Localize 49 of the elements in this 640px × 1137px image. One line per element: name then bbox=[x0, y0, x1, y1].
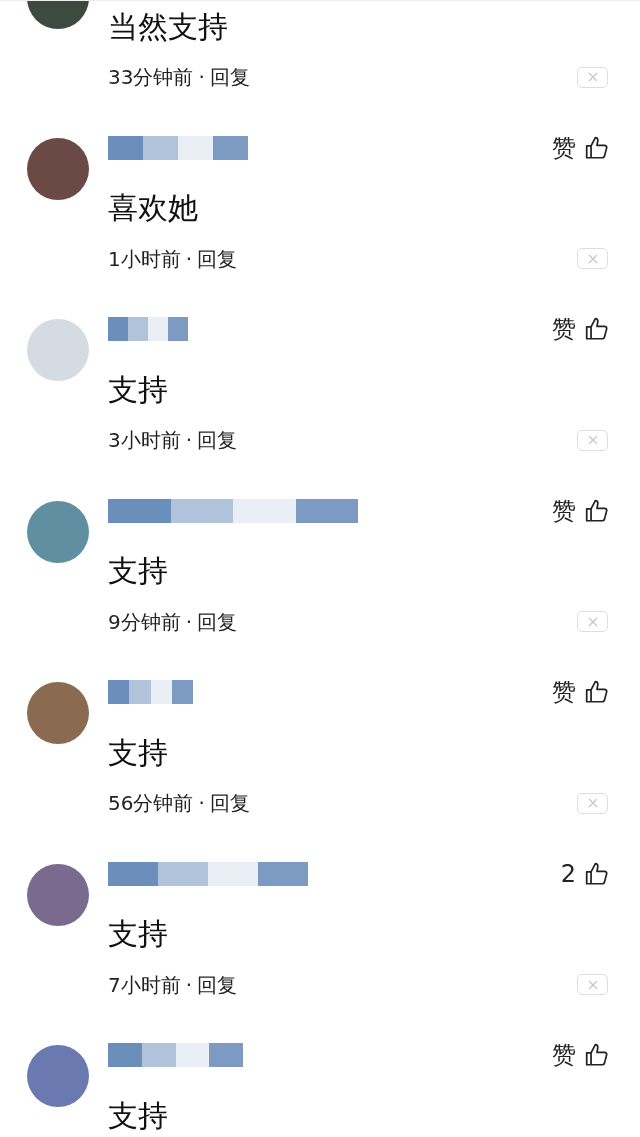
comment-text: 喜欢她 bbox=[108, 189, 199, 227]
reply-link[interactable]: 回复 bbox=[197, 606, 238, 637]
comment-text: 支持 bbox=[108, 733, 169, 772]
separator-dot: · bbox=[185, 245, 193, 273]
reply-link[interactable]: 回复 bbox=[209, 62, 250, 92]
thumbs-up-icon bbox=[584, 1042, 610, 1068]
thumbs-up-icon bbox=[584, 134, 610, 161]
close-button[interactable] bbox=[577, 66, 608, 88]
close-button[interactable] bbox=[577, 611, 608, 632]
close-icon bbox=[587, 616, 598, 627]
thumbs-up-icon bbox=[584, 860, 610, 887]
thumbs-up-icon bbox=[584, 497, 610, 524]
separator-dot: · bbox=[185, 427, 193, 454]
close-icon bbox=[587, 979, 598, 990]
like-button[interactable]: 2 bbox=[560, 855, 610, 892]
comment-time: 3小时前 bbox=[108, 427, 181, 454]
comment-time: 56分钟前 bbox=[108, 790, 194, 817]
reply-link[interactable]: 回复 bbox=[197, 243, 238, 274]
comment-time: 1小时前 bbox=[108, 245, 181, 273]
comment-text: 当然支持 bbox=[108, 7, 229, 46]
close-icon bbox=[587, 798, 598, 808]
close-icon bbox=[587, 72, 598, 82]
comment-time: 9分钟前 bbox=[108, 608, 181, 636]
close-button[interactable] bbox=[577, 248, 608, 269]
like-button[interactable]: 赞 bbox=[552, 1037, 610, 1073]
reply-link[interactable]: 回复 bbox=[197, 425, 238, 455]
reply-link[interactable]: 回复 bbox=[197, 969, 238, 1000]
close-button[interactable] bbox=[577, 974, 608, 995]
separator-dot: · bbox=[198, 790, 205, 817]
separator-dot: · bbox=[185, 971, 193, 999]
like-button[interactable]: 赞 bbox=[552, 674, 610, 710]
comment-text: 支持 bbox=[108, 915, 169, 953]
comment-time: 7小时前 bbox=[108, 971, 181, 999]
like-button[interactable]: 赞 bbox=[552, 492, 610, 529]
comment-time: 33分钟前 bbox=[108, 64, 194, 91]
close-button[interactable] bbox=[577, 792, 608, 814]
like-button[interactable]: 赞 bbox=[552, 129, 610, 166]
comment-text: 支持 bbox=[108, 370, 169, 409]
close-icon bbox=[587, 253, 598, 264]
comment-text: 支持 bbox=[108, 1096, 169, 1135]
reply-link[interactable]: 回复 bbox=[209, 788, 250, 818]
separator-dot: · bbox=[198, 64, 205, 91]
separator-dot: · bbox=[185, 608, 193, 636]
comment-text: 支持 bbox=[108, 552, 169, 590]
thumbs-up-icon bbox=[584, 679, 610, 705]
thumbs-up-icon bbox=[584, 316, 610, 342]
close-button[interactable] bbox=[577, 429, 608, 451]
like-button[interactable]: 赞 bbox=[552, 311, 610, 347]
close-icon bbox=[587, 435, 598, 445]
